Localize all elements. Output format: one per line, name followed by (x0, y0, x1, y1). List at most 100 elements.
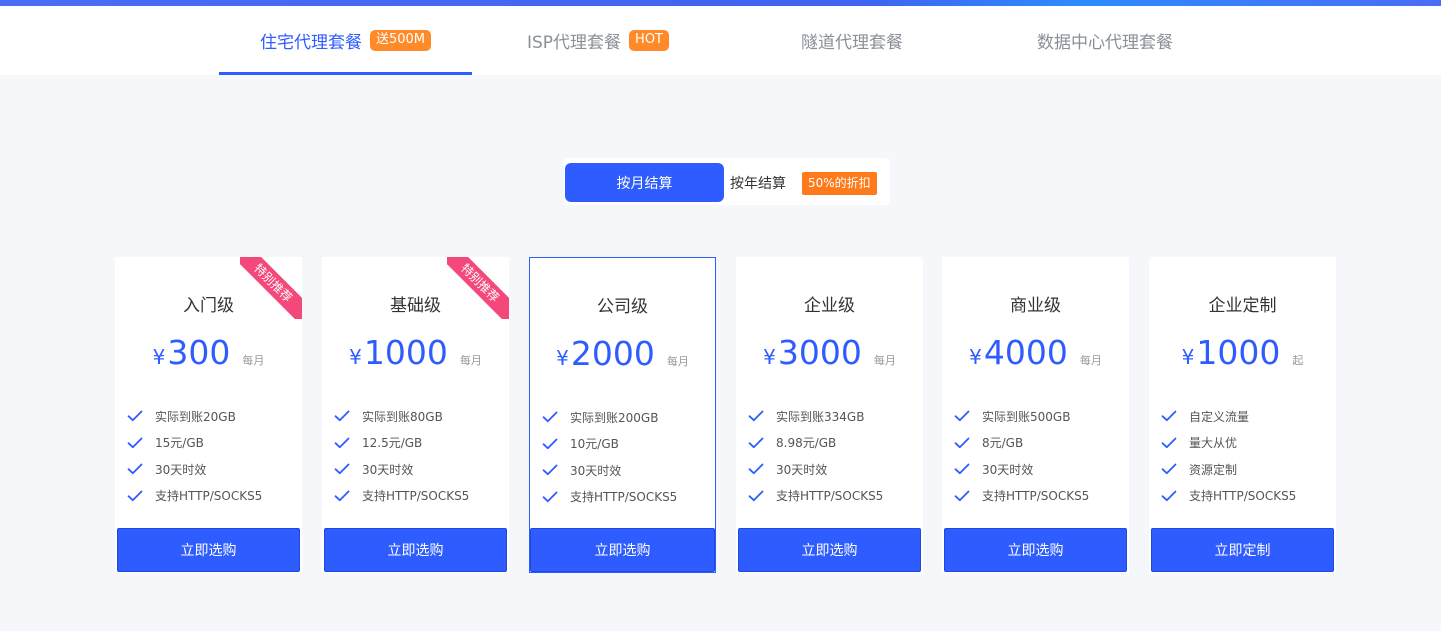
feature-text: 实际到账200GB (570, 410, 659, 425)
tab-datacenter[interactable]: 数据中心代理套餐 (990, 6, 1220, 75)
feature-item: 实际到账80GB (334, 403, 469, 430)
feature-text: 12.5元/GB (362, 436, 423, 451)
check-icon (127, 410, 143, 422)
feature-item: 实际到账200GB (542, 404, 677, 431)
price-amount: 300 (167, 333, 231, 372)
feature-item: 资源定制 (1161, 456, 1296, 483)
check-icon (542, 438, 558, 449)
tab-label: 住宅代理套餐 (259, 33, 362, 53)
check-icon (542, 491, 558, 502)
yearly-billing-button[interactable]: 按年结算 (730, 163, 786, 202)
feature-text: 支持HTTP/SOCKS5 (362, 489, 470, 504)
buy-button[interactable]: 立即选购 (324, 528, 507, 572)
currency-symbol: ¥ (556, 346, 569, 370)
plan-price: ¥300 每月 (115, 331, 302, 375)
feature-list: 实际到账20GB 15元/GB 30天时效支持HTTP/SOCKS5 (127, 403, 262, 509)
tab-label: 隧道代理套餐 (801, 33, 903, 53)
feature-item: 支持HTTP/SOCKS5 (954, 483, 1089, 510)
plan-price: ¥4000 每月 (942, 331, 1129, 375)
feature-item: 8元/GB (954, 430, 1089, 457)
tab-tunnel[interactable]: 隧道代理套餐 (745, 6, 959, 75)
feature-text: 30天时效 (570, 463, 622, 478)
price-amount: 1000 (1196, 333, 1281, 372)
buy-button[interactable]: 立即定制 (1151, 528, 1334, 572)
plan-name: 公司级 (597, 297, 648, 317)
check-icon (334, 490, 350, 501)
currency-symbol: ¥ (152, 345, 166, 369)
check-icon (954, 463, 970, 475)
check-icon (1161, 463, 1177, 475)
feature-text: 支持HTTP/SOCKS5 (982, 489, 1090, 504)
plan-name: 企业级 (804, 296, 855, 316)
feature-text: 支持HTTP/SOCKS5 (155, 489, 263, 504)
price-amount: 4000 (983, 333, 1068, 372)
feature-text: 15元/GB (155, 436, 204, 451)
price-unit: 起 (1292, 354, 1304, 367)
tab-badge: 送500M (369, 30, 432, 51)
plan-tabbar: 住宅代理套餐 送500M ISP代理套餐 HOT 隧道代理套餐 数据中心代理套餐 (0, 6, 1441, 75)
feature-text: 实际到账334GB (776, 409, 865, 424)
check-icon (1161, 437, 1177, 448)
feature-item: 30天时效 (127, 456, 262, 483)
check-icon (542, 411, 558, 423)
feature-item: 量大从优 (1161, 430, 1296, 457)
check-icon (748, 463, 764, 475)
check-icon (748, 437, 764, 448)
plan-card: 企业级 ¥3000 每月实际到账334GB 8.98元/GB 30天时效支持HTTP/S… (736, 257, 923, 573)
feature-text: 8元/GB (982, 436, 1024, 451)
plan-price: ¥2000 每月 (530, 332, 715, 376)
feature-text: 30天时效 (362, 462, 414, 477)
plan-price: ¥1000 每月 (322, 331, 509, 375)
currency-symbol: ¥ (349, 345, 362, 369)
feature-item: 支持HTTP/SOCKS5 (127, 483, 262, 510)
billing-toggle: 按月结算 按年结算 50%的折扣 (564, 158, 890, 205)
check-icon (127, 437, 143, 448)
feature-text: 8.98元/GB (776, 436, 837, 451)
feature-item: 30天时效 (542, 457, 677, 484)
tab-residential[interactable]: 住宅代理套餐 送500M (219, 6, 472, 75)
check-icon (748, 490, 764, 501)
currency-symbol: ¥ (763, 345, 776, 369)
check-icon (334, 437, 350, 448)
feature-item: 30天时效 (748, 456, 883, 483)
feature-list: 自定义流量 量大从优 资源定制 支持HTTP/SOCKS5 (1161, 403, 1296, 509)
feature-text: 自定义流量 (1189, 409, 1250, 424)
feature-list: 实际到账500GB 8元/GB 30天时效支持HTTP/SOCKS5 (954, 403, 1089, 509)
feature-item: 30天时效 (954, 456, 1089, 483)
feature-item: 支持HTTP/SOCKS5 (542, 484, 677, 511)
feature-text: 30天时效 (982, 462, 1034, 477)
check-icon (1161, 490, 1177, 501)
buy-button[interactable]: 立即选购 (944, 528, 1127, 572)
buy-button[interactable]: 立即选购 (738, 528, 921, 572)
feature-text: 30天时效 (155, 462, 207, 477)
feature-item: 实际到账20GB (127, 403, 262, 430)
buy-button[interactable]: 立即选购 (530, 528, 715, 572)
plan-card: 特别推荐 入门级 ¥300 每月 实际到账20GB 15元/GB 30天时效 支持HTTP/S… (115, 257, 302, 573)
feature-text: 10元/GB (570, 437, 619, 452)
feature-text: 量大从优 (1189, 436, 1238, 451)
tab-label: ISP代理套餐 (526, 33, 622, 53)
plan-name: 入门级 (183, 296, 234, 316)
tab-isp[interactable]: ISP代理套餐 HOT (478, 6, 718, 75)
plan-price: ¥1000 起 (1149, 331, 1336, 375)
monthly-billing-button[interactable]: 按月结算 (565, 163, 724, 202)
tab-badge: HOT (629, 30, 669, 51)
plan-price: ¥3000 每月 (736, 331, 923, 375)
price-amount: 3000 (777, 333, 862, 372)
feature-item: 自定义流量 (1161, 403, 1296, 430)
check-icon (1161, 410, 1177, 422)
feature-item: 支持HTTP/SOCKS5 (748, 483, 883, 510)
check-icon (127, 490, 143, 501)
feature-list: 实际到账80GB 12.5元/GB 30天时效支持HTTP/SOCKS5 (334, 403, 469, 509)
feature-text: 实际到账500GB (982, 409, 1071, 424)
tab-label: 数据中心代理套餐 (1037, 33, 1173, 53)
plan-name: 企业定制 (1208, 296, 1277, 316)
feature-item: 12.5元/GB (334, 430, 469, 457)
plan-name: 商业级 (1010, 296, 1061, 316)
price-unit: 每月 (666, 355, 689, 368)
feature-text: 30天时效 (776, 462, 828, 477)
check-icon (954, 410, 970, 422)
plan-card: 公司级 ¥2000 每月实际到账200GB 10元/GB 30天时效支持HTTP/SOC… (529, 257, 716, 573)
tab-active-underline (219, 72, 472, 75)
buy-button[interactable]: 立即选购 (117, 528, 300, 572)
